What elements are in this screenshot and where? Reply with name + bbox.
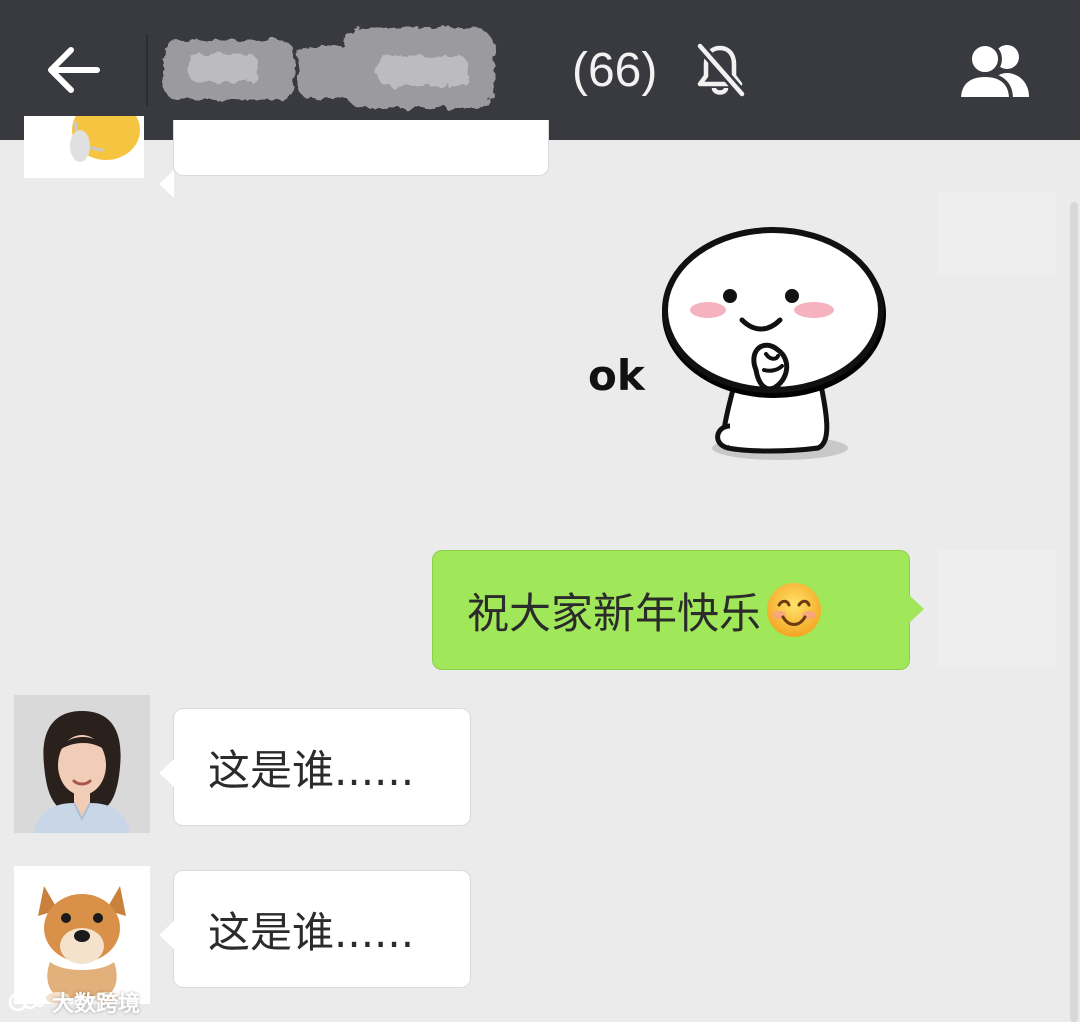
member-count: (66) [572,44,658,97]
scrollbar[interactable] [1070,202,1078,1022]
back-button[interactable] [30,30,116,110]
sticker-text: ok [588,351,646,400]
avatar-image [14,695,150,833]
smiling-face-icon [767,583,822,637]
message-bubble-outgoing[interactable]: 祝大家新年快乐 [432,550,924,670]
watermark-logo-icon [8,992,46,1012]
watermark: 大数跨境 [8,986,140,1018]
group-name-redacted [164,28,494,108]
message-text: 祝大家新年快乐 [467,588,762,638]
message-bubble-incoming[interactable]: 这是谁...... [159,870,471,988]
avatar[interactable] [14,866,150,1004]
avatar-image [70,116,140,162]
avatar[interactable] [24,116,144,178]
message-bubble[interactable] [159,120,549,198]
group-members-icon [956,42,1029,101]
group-members-button[interactable] [948,34,1042,106]
message-text: 这是谁...... [208,907,415,957]
avatar-image [14,866,150,1004]
avatar[interactable] [14,695,150,833]
watermark-text: 大数跨境 [52,992,141,1017]
header-divider [146,34,148,106]
sticker-ok[interactable]: ok [578,220,898,470]
back-arrow-icon [48,47,100,93]
chat-header: (66) [0,0,1080,140]
message-list[interactable]: ok 祝大家新年快乐 这是谁...... 这是谁...... [0,116,1080,1022]
avatar[interactable] [938,550,1056,668]
bell-muted-icon [696,42,746,98]
avatar[interactable] [938,192,1056,276]
message-text: 这是谁...... [208,745,415,795]
message-bubble-incoming[interactable]: 这是谁...... [159,708,471,826]
